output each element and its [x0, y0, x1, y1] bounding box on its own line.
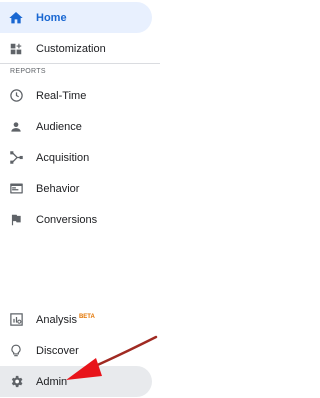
section-heading-reports: REPORTS: [10, 68, 46, 75]
sidebar-nav: Home Customization REPORTS Real-Time Aud…: [0, 0, 200, 398]
nav-item-real-time[interactable]: Real-Time: [0, 80, 152, 111]
gear-icon: [8, 374, 24, 390]
behavior-icon: [8, 181, 24, 197]
nav-item-label: Acquisition: [36, 151, 90, 164]
divider: [0, 63, 160, 64]
nav-item-label: Admin: [36, 375, 68, 388]
home-icon: [8, 10, 24, 26]
nav-item-admin[interactable]: Admin: [0, 366, 152, 397]
flag-icon: [8, 212, 24, 228]
nav-item-audience[interactable]: Audience: [0, 111, 152, 142]
beta-badge: BETA: [78, 313, 95, 320]
nav-item-label: Conversions: [36, 213, 98, 226]
nav-item-acquisition[interactable]: Acquisition: [0, 142, 152, 173]
nav-item-conversions[interactable]: Conversions: [0, 204, 152, 235]
nav-item-label: Analysis BETA: [36, 314, 95, 326]
nav-item-behavior[interactable]: Behavior: [0, 173, 152, 204]
nav-item-customization[interactable]: Customization: [0, 33, 152, 64]
nav-item-label: Audience: [36, 120, 82, 133]
nav-item-label: Home: [36, 11, 67, 24]
analysis-icon: [8, 312, 24, 328]
nav-item-discover[interactable]: Discover: [0, 335, 152, 366]
nav-item-label: Customization: [36, 42, 106, 55]
acquisition-icon: [8, 150, 24, 166]
person-icon: [8, 119, 24, 135]
analysis-label: Analysis: [36, 313, 77, 326]
nav-item-label: Real-Time: [36, 89, 87, 102]
customization-icon: [8, 41, 24, 57]
nav-item-analysis[interactable]: Analysis BETA: [0, 304, 152, 335]
lightbulb-icon: [8, 343, 24, 359]
nav-item-label: Discover: [36, 344, 79, 357]
clock-icon: [8, 88, 24, 104]
nav-item-label: Behavior: [36, 182, 80, 195]
nav-item-home[interactable]: Home: [0, 2, 152, 33]
